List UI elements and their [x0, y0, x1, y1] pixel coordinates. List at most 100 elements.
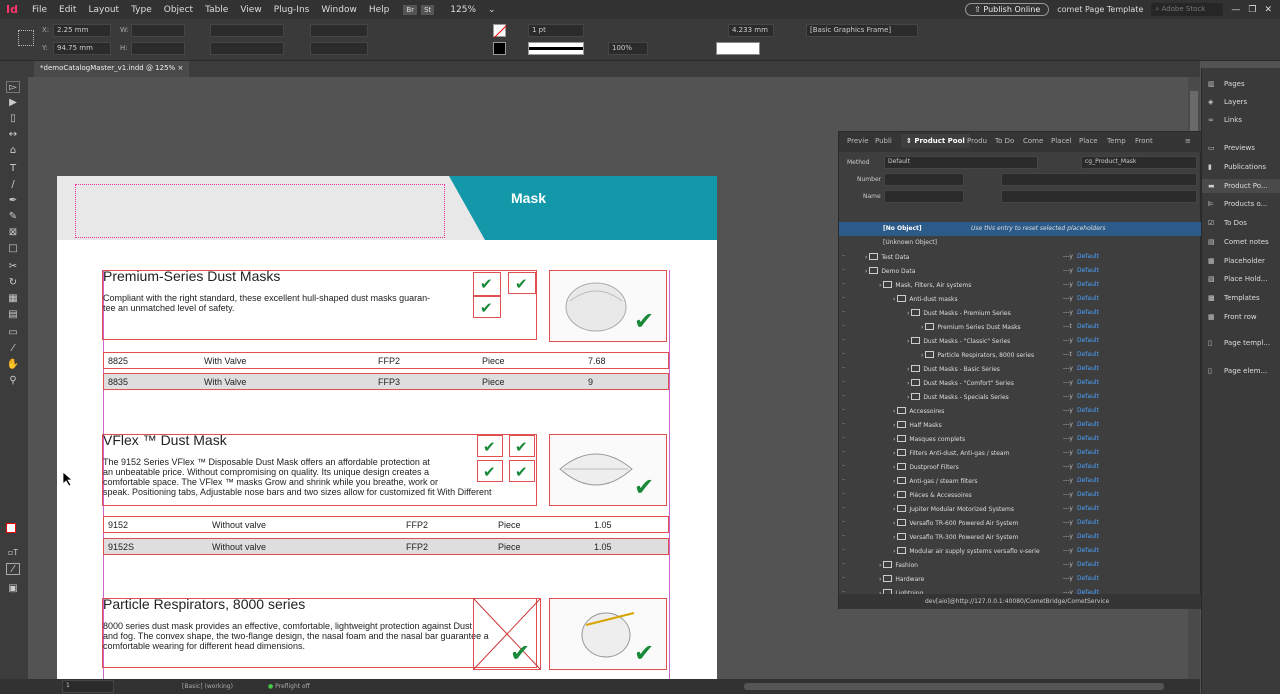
menu-edit[interactable]: Edit [53, 5, 82, 15]
scrollbar-thumb[interactable] [1190, 91, 1198, 131]
menu-window[interactable]: Window [315, 5, 363, 15]
tree-row[interactable]: – › Dust Masks - Premium Series ---y Defaul… [839, 306, 1201, 320]
rectangle-tool-icon[interactable]: □ [6, 243, 20, 255]
zoom-level[interactable]: 125% [444, 5, 482, 15]
tab-front-row[interactable]: Front [1135, 137, 1153, 145]
free-transform-icon[interactable]: ↻ [6, 277, 20, 289]
gap-tool-icon[interactable]: ↔ [6, 129, 20, 141]
product-image-frame[interactable]: ✔ [549, 270, 667, 342]
menu-object[interactable]: Object [158, 5, 199, 15]
scale-x-field[interactable] [210, 24, 284, 37]
product-image-frame[interactable]: ✔ [549, 598, 667, 670]
fill-stroke-icon[interactable] [6, 523, 16, 533]
tab-product-pool[interactable]: ⇕ Product Pool [901, 134, 970, 148]
empty-image-frame[interactable]: ✔ [473, 598, 541, 670]
chevron-down-icon[interactable]: ⌄ [482, 5, 502, 15]
dock-links[interactable]: ∞ Links [1208, 116, 1242, 124]
tree-row[interactable]: – › Masques complets ---y Default [839, 432, 1201, 446]
placeholder-frame[interactable]: ✔ [477, 435, 503, 457]
menu-plugins[interactable]: Plug-Ins [268, 5, 316, 15]
minimize-icon[interactable]: — [1231, 5, 1240, 15]
dock-templates[interactable]: ▩ Templates [1208, 294, 1260, 302]
line-tool-icon[interactable]: / [6, 179, 20, 191]
type-tool-icon[interactable]: T [6, 163, 20, 175]
tree-row[interactable]: – › Hardware ---y Default [839, 572, 1201, 586]
bridge-button[interactable]: Br [403, 4, 418, 15]
dock-front-row[interactable]: ▦ Front row [1208, 313, 1257, 321]
maximize-icon[interactable]: ❐ [1248, 5, 1256, 15]
placeholder-frame[interactable]: ✔ [509, 460, 535, 482]
scissors-icon[interactable]: ✂ [6, 261, 20, 273]
number-field-2[interactable] [1001, 173, 1197, 186]
table-row[interactable]: 9152 Without valve FFP2 Piece 1.05 [103, 516, 669, 533]
close-icon[interactable]: ✕ [1264, 5, 1272, 15]
document-tab[interactable]: *demoCatalogMaster_v1.indd @ 125% × [34, 61, 190, 77]
normal-mode-icon[interactable]: ▫T [6, 547, 20, 559]
dock-previews[interactable]: ▭ Previews [1208, 144, 1255, 152]
tree-row[interactable]: – › Modular air supply systems versaflo v… [839, 544, 1201, 558]
selection-tool-icon[interactable]: ▻ [6, 81, 20, 93]
rectangle-frame-icon[interactable]: ⊠ [6, 227, 20, 239]
hand-tool-icon[interactable]: ✋ [6, 359, 20, 371]
tree-row[interactable]: – › Filters Anti-dust, Anti-gas / steam --… [839, 446, 1201, 460]
method-select[interactable]: Default [884, 156, 1038, 169]
cg-select[interactable]: cg_Product_Mask [1081, 156, 1197, 169]
content-collector-icon[interactable]: ⌂ [6, 145, 20, 157]
tree-row[interactable]: – › Half Masks ---y Default [839, 418, 1201, 432]
list-item[interactable]: [No Object] Use this entry to reset sele… [839, 222, 1201, 236]
close-tab-icon[interactable]: × [177, 64, 183, 72]
dock-product-pool[interactable]: ▬ Product Po... [1202, 179, 1280, 193]
tree-row[interactable]: – › Demo Data ---y Default [839, 264, 1201, 278]
tree-row[interactable]: – › Dust Masks - Specials Series ---y Defau… [839, 390, 1201, 404]
tab-comet[interactable]: Come [1023, 137, 1043, 145]
tree-row[interactable]: – › Anti-dust masks ---y Default [839, 292, 1201, 306]
dock-page-templates[interactable]: ▯ Page templ... [1208, 339, 1270, 347]
number-field[interactable] [884, 173, 964, 186]
h-field[interactable] [131, 42, 185, 55]
tree-row[interactable]: – › Pièces & Accessoires ---y Default [839, 488, 1201, 502]
y-field[interactable]: 94.75 mm [53, 42, 111, 55]
tab-products[interactable]: Produ [967, 137, 987, 145]
dock-todos[interactable]: ☑ To Dos [1208, 219, 1247, 227]
menu-type[interactable]: Type [125, 5, 158, 15]
note-tool-icon[interactable]: ▭ [6, 327, 20, 339]
tree-row[interactable]: – › Jupiter Modular Motorized Systems ---y… [839, 502, 1201, 516]
document-page[interactable]: Mask Premium-Series Dust Masks Compliant… [57, 176, 717, 684]
reference-point-icon[interactable] [18, 30, 34, 46]
page-number-field[interactable]: 1 [62, 680, 114, 693]
dock-place-holder[interactable]: ▧ Place Hold... [1208, 275, 1267, 283]
tree-row[interactable]: – › Premium Series Dust Masks ---t Default [839, 320, 1201, 334]
stroke-weight-field[interactable]: 1 pt [528, 24, 584, 37]
placeholder-frame[interactable]: ✔ [508, 272, 536, 294]
tree-row[interactable]: – › Dust Masks - "Comfort" Series ---y Defa… [839, 376, 1201, 390]
gradient-feather-icon[interactable]: ▤ [6, 309, 20, 321]
table-row[interactable]: 8835 With Valve FFP3 Piece 9 [103, 373, 669, 390]
shear-field[interactable] [310, 42, 368, 55]
product-image-frame[interactable]: ✔ [549, 434, 667, 506]
menu-view[interactable]: View [234, 5, 267, 15]
workspace-select[interactable]: comet Page Template [1057, 5, 1143, 14]
tree-row[interactable]: – › Particle Respirators, 8000 series ---t… [839, 348, 1201, 362]
dock-placeholder[interactable]: ▦ Placeholder [1208, 257, 1265, 265]
rotate-field[interactable] [310, 24, 368, 37]
name-field[interactable] [884, 190, 964, 203]
tree-row[interactable]: – › Fashion ---y Default [839, 558, 1201, 572]
direct-selection-icon[interactable]: ▶ [6, 97, 20, 109]
menu-help[interactable]: Help [363, 5, 396, 15]
preflight-status[interactable]: ● Preflight off [268, 683, 310, 690]
tree-row[interactable]: – › Dustproof Filters ---y Default [839, 460, 1201, 474]
dock-layers[interactable]: ◈ Layers [1208, 98, 1247, 106]
tree-row[interactable]: – › Accessoires ---y Default [839, 404, 1201, 418]
tree-row[interactable]: – › Versaflo TR-300 Powered Air System ---… [839, 530, 1201, 544]
opacity-field[interactable]: 100% [608, 42, 648, 55]
zoom-tool-icon[interactable]: ⚲ [6, 375, 20, 387]
table-row[interactable]: 9152S Without valve FFP2 Piece 1.05 [103, 538, 669, 555]
list-item[interactable]: [Unknown Object] [839, 236, 1201, 250]
tree-row[interactable]: – › Dust Masks - "Classic" Series ---y Defa… [839, 334, 1201, 348]
preview-mode-icon[interactable]: ⁄ [6, 563, 20, 575]
name-field-2[interactable] [1001, 190, 1197, 203]
pencil-tool-icon[interactable]: ✎ [6, 211, 20, 223]
tree-row[interactable]: – › Mask, Filters, Air systems ---y Default [839, 278, 1201, 292]
horizontal-scrollbar[interactable] [744, 683, 1164, 690]
screen-mode-icon[interactable]: ▣ [6, 583, 20, 595]
